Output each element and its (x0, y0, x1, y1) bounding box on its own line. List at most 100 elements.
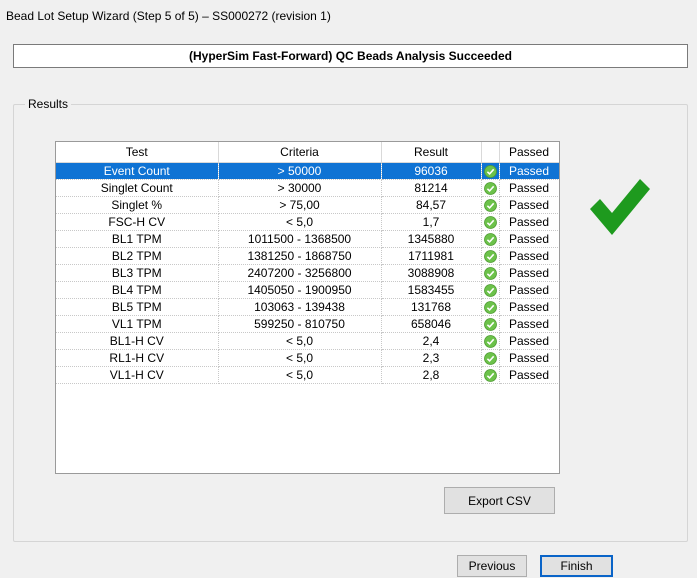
cell-criteria: 103063 - 139438 (218, 298, 382, 316)
check-circle-icon (483, 182, 497, 196)
cell-test: RL1-H CV (56, 349, 219, 367)
table-row[interactable]: Event Count > 50000 96036 Passed (56, 162, 559, 180)
results-grid[interactable]: Test Criteria Result Passed Event Count >… (55, 141, 560, 474)
cell-test: Singlet % (56, 196, 219, 214)
cell-criteria: 1011500 - 1368500 (218, 230, 382, 248)
table-row[interactable]: FSC-H CV < 5,0 1,7 Passed (56, 213, 559, 231)
check-circle-icon (483, 250, 497, 264)
table-row[interactable]: VL1-H CV < 5,0 2,8 Passed (56, 366, 559, 384)
finish-button[interactable]: Finish (540, 555, 613, 577)
check-circle-icon (483, 233, 497, 247)
cell-passed: Passed (499, 332, 559, 350)
window-title: Bead Lot Setup Wizard (Step 5 of 5) – SS… (6, 9, 331, 23)
cell-test: BL5 TPM (56, 298, 219, 316)
cell-result: 658046 (381, 315, 482, 333)
cell-criteria: > 75,00 (218, 196, 382, 214)
table-row[interactable]: Singlet Count > 30000 81214 Passed (56, 179, 559, 197)
cell-result: 96036 (381, 162, 482, 180)
table-row[interactable]: BL3 TPM 2407200 - 3256800 3088908 Passed (56, 264, 559, 282)
check-circle-icon (483, 165, 497, 179)
cell-result: 2,8 (381, 366, 482, 384)
col-header-result[interactable]: Result (381, 142, 482, 163)
table-row[interactable]: Singlet % > 75,00 84,57 Passed (56, 196, 559, 214)
check-circle-icon (483, 267, 497, 281)
cell-status-icon (481, 162, 500, 180)
cell-criteria: 1381250 - 1868750 (218, 247, 382, 265)
cell-status-icon (481, 332, 500, 350)
cell-status-icon (481, 230, 500, 248)
check-circle-icon (483, 284, 497, 298)
cell-status-icon (481, 281, 500, 299)
cell-criteria: < 5,0 (218, 349, 382, 367)
cell-result: 1,7 (381, 213, 482, 231)
cell-passed: Passed (499, 349, 559, 367)
cell-criteria: < 5,0 (218, 332, 382, 350)
check-circle-icon (483, 318, 497, 332)
cell-criteria: < 5,0 (218, 213, 382, 231)
cell-result: 81214 (381, 179, 482, 197)
cell-test: BL1 TPM (56, 230, 219, 248)
previous-button[interactable]: Previous (457, 555, 527, 577)
cell-result: 3088908 (381, 264, 482, 282)
cell-test: Singlet Count (56, 179, 219, 197)
cell-passed: Passed (499, 366, 559, 384)
cell-result: 131768 (381, 298, 482, 316)
header-row: Test Criteria Result Passed (56, 142, 559, 163)
col-header-test[interactable]: Test (56, 142, 219, 163)
col-header-criteria[interactable]: Criteria (218, 142, 382, 163)
table-row[interactable]: VL1 TPM 599250 - 810750 658046 Passed (56, 315, 559, 333)
cell-result: 1711981 (381, 247, 482, 265)
cell-result: 2,3 (381, 349, 482, 367)
cell-passed: Passed (499, 247, 559, 265)
cell-passed: Passed (499, 281, 559, 299)
cell-status-icon (481, 179, 500, 197)
check-circle-icon (483, 335, 497, 349)
results-table: Test Criteria Result Passed Event Count >… (56, 142, 559, 384)
table-row[interactable]: BL1-H CV < 5,0 2,4 Passed (56, 332, 559, 350)
cell-test: BL4 TPM (56, 281, 219, 299)
cell-passed: Passed (499, 230, 559, 248)
cell-criteria: > 30000 (218, 179, 382, 197)
table-row[interactable]: BL1 TPM 1011500 - 1368500 1345880 Passed (56, 230, 559, 248)
big-checkmark-icon (590, 179, 650, 235)
cell-test: BL1-H CV (56, 332, 219, 350)
export-csv-button[interactable]: Export CSV (444, 487, 555, 514)
cell-status-icon (481, 264, 500, 282)
cell-criteria: 1405050 - 1900950 (218, 281, 382, 299)
cell-status-icon (481, 213, 500, 231)
cell-criteria: < 5,0 (218, 366, 382, 384)
cell-status-icon (481, 315, 500, 333)
cell-passed: Passed (499, 179, 559, 197)
cell-result: 84,57 (381, 196, 482, 214)
cell-test: BL3 TPM (56, 264, 219, 282)
cell-criteria: 599250 - 810750 (218, 315, 382, 333)
cell-test: VL1-H CV (56, 366, 219, 384)
status-banner: (HyperSim Fast-Forward) QC Beads Analysi… (13, 44, 688, 68)
cell-test: VL1 TPM (56, 315, 219, 333)
cell-status-icon (481, 349, 500, 367)
cell-result: 2,4 (381, 332, 482, 350)
check-circle-icon (483, 199, 497, 213)
table-row[interactable]: RL1-H CV < 5,0 2,3 Passed (56, 349, 559, 367)
cell-criteria: 2407200 - 3256800 (218, 264, 382, 282)
check-circle-icon (483, 216, 497, 230)
cell-status-icon (481, 298, 500, 316)
table-row[interactable]: BL4 TPM 1405050 - 1900950 1583455 Passed (56, 281, 559, 299)
cell-passed: Passed (499, 196, 559, 214)
cell-status-icon (481, 366, 500, 384)
table-row[interactable]: BL5 TPM 103063 - 139438 131768 Passed (56, 298, 559, 316)
check-circle-icon (483, 369, 497, 383)
col-header-passed[interactable]: Passed (499, 142, 559, 163)
results-group-label: Results (25, 97, 72, 111)
cell-passed: Passed (499, 162, 559, 180)
check-circle-icon (483, 352, 497, 366)
cell-test: Event Count (56, 162, 219, 180)
check-circle-icon (483, 301, 497, 315)
col-header-status-icon[interactable] (481, 142, 500, 163)
cell-passed: Passed (499, 315, 559, 333)
cell-passed: Passed (499, 264, 559, 282)
table-row[interactable]: BL2 TPM 1381250 - 1868750 1711981 Passed (56, 247, 559, 265)
cell-status-icon (481, 196, 500, 214)
cell-status-icon (481, 247, 500, 265)
cell-test: FSC-H CV (56, 213, 219, 231)
